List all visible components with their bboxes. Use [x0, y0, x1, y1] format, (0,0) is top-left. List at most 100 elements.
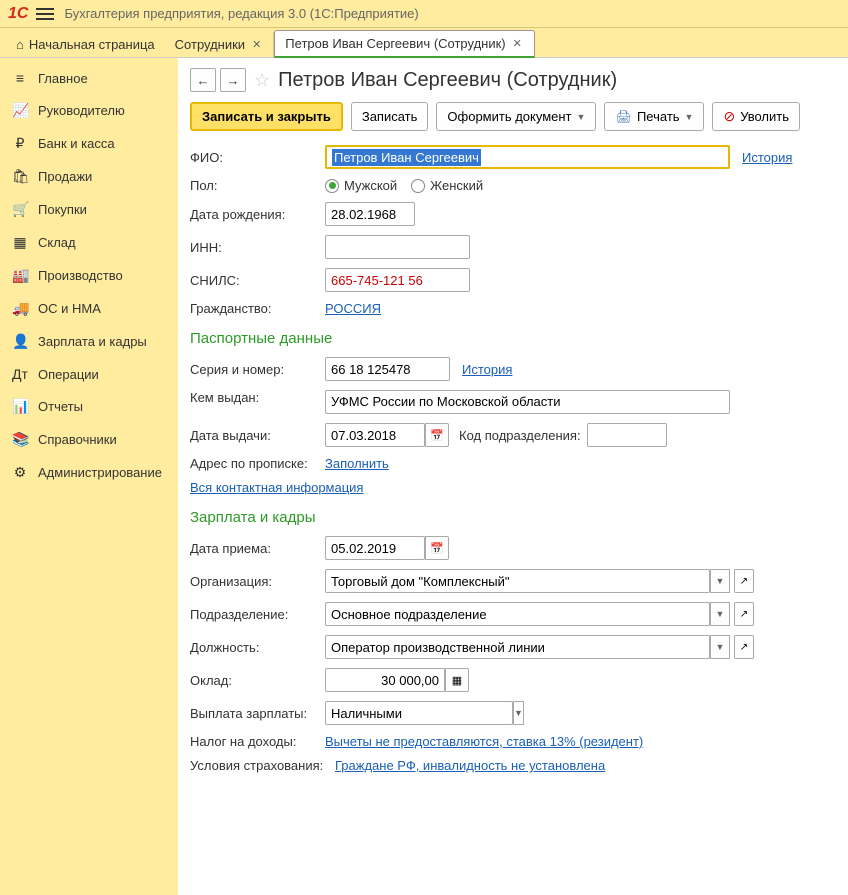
citizenship-link[interactable]: РОССИЯ: [325, 301, 381, 316]
passport-history-link[interactable]: История: [462, 362, 512, 377]
passport-code-input[interactable]: [587, 423, 667, 447]
position-input[interactable]: [325, 635, 710, 659]
sidebar-item[interactable]: 📚 Справочники: [0, 423, 178, 456]
inn-label: ИНН:: [190, 240, 325, 255]
all-contact-link[interactable]: Вся контактная информация: [190, 480, 363, 495]
print-button[interactable]: 🖨Печать▼: [604, 102, 704, 131]
hire-date-input[interactable]: [325, 536, 425, 560]
fire-button[interactable]: ⊘Уволить: [712, 102, 800, 131]
passport-section-title: Паспортные данные: [190, 330, 836, 347]
dob-input[interactable]: [325, 202, 415, 226]
tab-employees-label: Сотрудники: [175, 37, 245, 52]
sidebar-item-label: Отчеты: [38, 399, 83, 414]
sidebar-item[interactable]: ⚙Администрирование: [0, 456, 178, 489]
close-icon[interactable]: ✕: [250, 38, 263, 51]
printer-icon: 🖨: [615, 109, 632, 125]
tax-label: Налог на доходы:: [190, 734, 325, 749]
payment-label: Выплата зарплаты:: [190, 706, 325, 721]
dropdown-icon[interactable]: ▼: [710, 635, 730, 659]
inn-input[interactable]: [325, 235, 470, 259]
window-title: Бухгалтерия предприятия, редакция 3.0 (1…: [64, 6, 418, 21]
dept-input[interactable]: [325, 602, 710, 626]
sidebar-item-label: Администрирование: [38, 465, 162, 480]
tab-home[interactable]: ⌂ Начальная страница: [6, 32, 165, 57]
dismiss-icon: ⊘: [723, 108, 735, 125]
sidebar-item[interactable]: 🛍 Продажи: [0, 160, 178, 193]
back-button[interactable]: ←: [190, 68, 216, 92]
fio-history-link[interactable]: История: [742, 150, 792, 165]
sidebar-item[interactable]: ₽Банк и касса: [0, 127, 178, 160]
snils-label: СНИЛС:: [190, 273, 325, 288]
sidebar-item[interactable]: ▦Склад: [0, 226, 178, 259]
tab-employee-card-label: Петров Иван Сергеевич (Сотрудник): [285, 36, 505, 51]
insurance-label: Условия страхования:: [190, 758, 335, 773]
radio-male[interactable]: Мужской: [325, 178, 397, 193]
radio-female[interactable]: Женский: [411, 178, 483, 193]
dropdown-icon[interactable]: ▼: [710, 569, 730, 593]
sidebar-icon: 📈: [12, 102, 28, 119]
org-input[interactable]: [325, 569, 710, 593]
hire-date-label: Дата приема:: [190, 541, 325, 556]
sidebar-icon: 🏭: [12, 267, 28, 284]
sidebar-icon: 👤: [12, 333, 28, 350]
radio-icon: [325, 179, 339, 193]
dropdown-icon[interactable]: ▼: [513, 701, 524, 725]
passport-date-input[interactable]: [325, 423, 425, 447]
sidebar-icon: 📚: [12, 431, 28, 448]
open-ref-button[interactable]: ↗: [734, 635, 754, 659]
sidebar-item[interactable]: 🏭 Производство: [0, 259, 178, 292]
sidebar-icon: 🛒: [12, 201, 28, 218]
sidebar-item-label: Продажи: [38, 169, 92, 184]
favorite-icon[interactable]: ☆: [254, 70, 270, 91]
hamburger-icon[interactable]: [36, 5, 54, 23]
position-label: Должность:: [190, 640, 325, 655]
sidebar-item[interactable]: ≡Главное: [0, 62, 178, 94]
tax-link[interactable]: Вычеты не предоставляются, ставка 13% (р…: [325, 734, 643, 749]
close-icon[interactable]: ✕: [511, 37, 524, 50]
org-label: Организация:: [190, 574, 325, 589]
sidebar-icon: 🛍: [12, 168, 28, 185]
sidebar-item[interactable]: 👤 Зарплата и кадры: [0, 325, 178, 358]
citizenship-label: Гражданство:: [190, 301, 325, 316]
calendar-icon[interactable]: 📅: [425, 423, 449, 447]
open-ref-button[interactable]: ↗: [734, 602, 754, 626]
dept-label: Подразделение:: [190, 607, 325, 622]
sidebar-item[interactable]: 🛒 Покупки: [0, 193, 178, 226]
passport-serial-input[interactable]: [325, 357, 450, 381]
sidebar-item[interactable]: 📈Руководителю: [0, 94, 178, 127]
create-document-button[interactable]: Оформить документ▼: [436, 102, 596, 131]
sidebar-item-label: Зарплата и кадры: [38, 334, 147, 349]
snils-input[interactable]: [325, 268, 470, 292]
sidebar-item[interactable]: 📊Отчеты: [0, 390, 178, 423]
sidebar-item[interactable]: 🚚ОС и НМА: [0, 292, 178, 325]
sidebar-item-label: Справочники: [38, 432, 117, 447]
sidebar-item-label: Операции: [38, 367, 99, 382]
tab-employees[interactable]: Сотрудники ✕: [165, 32, 275, 57]
tabbar: ⌂ Начальная страница Сотрудники ✕ Петров…: [0, 28, 848, 58]
address-fill-link[interactable]: Заполнить: [325, 456, 389, 471]
calendar-icon[interactable]: 📅: [425, 536, 449, 560]
sidebar-item[interactable]: ДтОперации: [0, 358, 178, 390]
insurance-link[interactable]: Граждане РФ, инвалидность не установлена: [335, 758, 605, 773]
tab-employee-card[interactable]: Петров Иван Сергеевич (Сотрудник) ✕: [274, 30, 535, 58]
passport-serial-label: Серия и номер:: [190, 362, 325, 377]
dropdown-icon[interactable]: ▼: [710, 602, 730, 626]
open-ref-button[interactable]: ↗: [734, 569, 754, 593]
salary-input[interactable]: [325, 668, 445, 692]
radio-icon: [411, 179, 425, 193]
fio-input[interactable]: Петров Иван Сергеевич: [325, 145, 730, 169]
salary-label: Оклад:: [190, 673, 325, 688]
payment-input[interactable]: [325, 701, 513, 725]
save-button[interactable]: Записать: [351, 102, 429, 131]
sidebar-item-label: Склад: [38, 235, 76, 250]
save-close-button[interactable]: Записать и закрыть: [190, 102, 343, 131]
passport-issued-input[interactable]: УФМС России по Московской области: [325, 390, 730, 414]
app-logo: 1C: [8, 5, 28, 23]
sidebar-item-label: Производство: [38, 268, 123, 283]
forward-button[interactable]: →: [220, 68, 246, 92]
sidebar-item-label: ОС и НМА: [38, 301, 101, 316]
calculator-icon[interactable]: ▦: [445, 668, 469, 692]
sidebar-item-label: Покупки: [38, 202, 87, 217]
page-title: Петров Иван Сергеевич (Сотрудник): [278, 69, 617, 92]
sidebar-item-label: Главное: [38, 71, 88, 86]
